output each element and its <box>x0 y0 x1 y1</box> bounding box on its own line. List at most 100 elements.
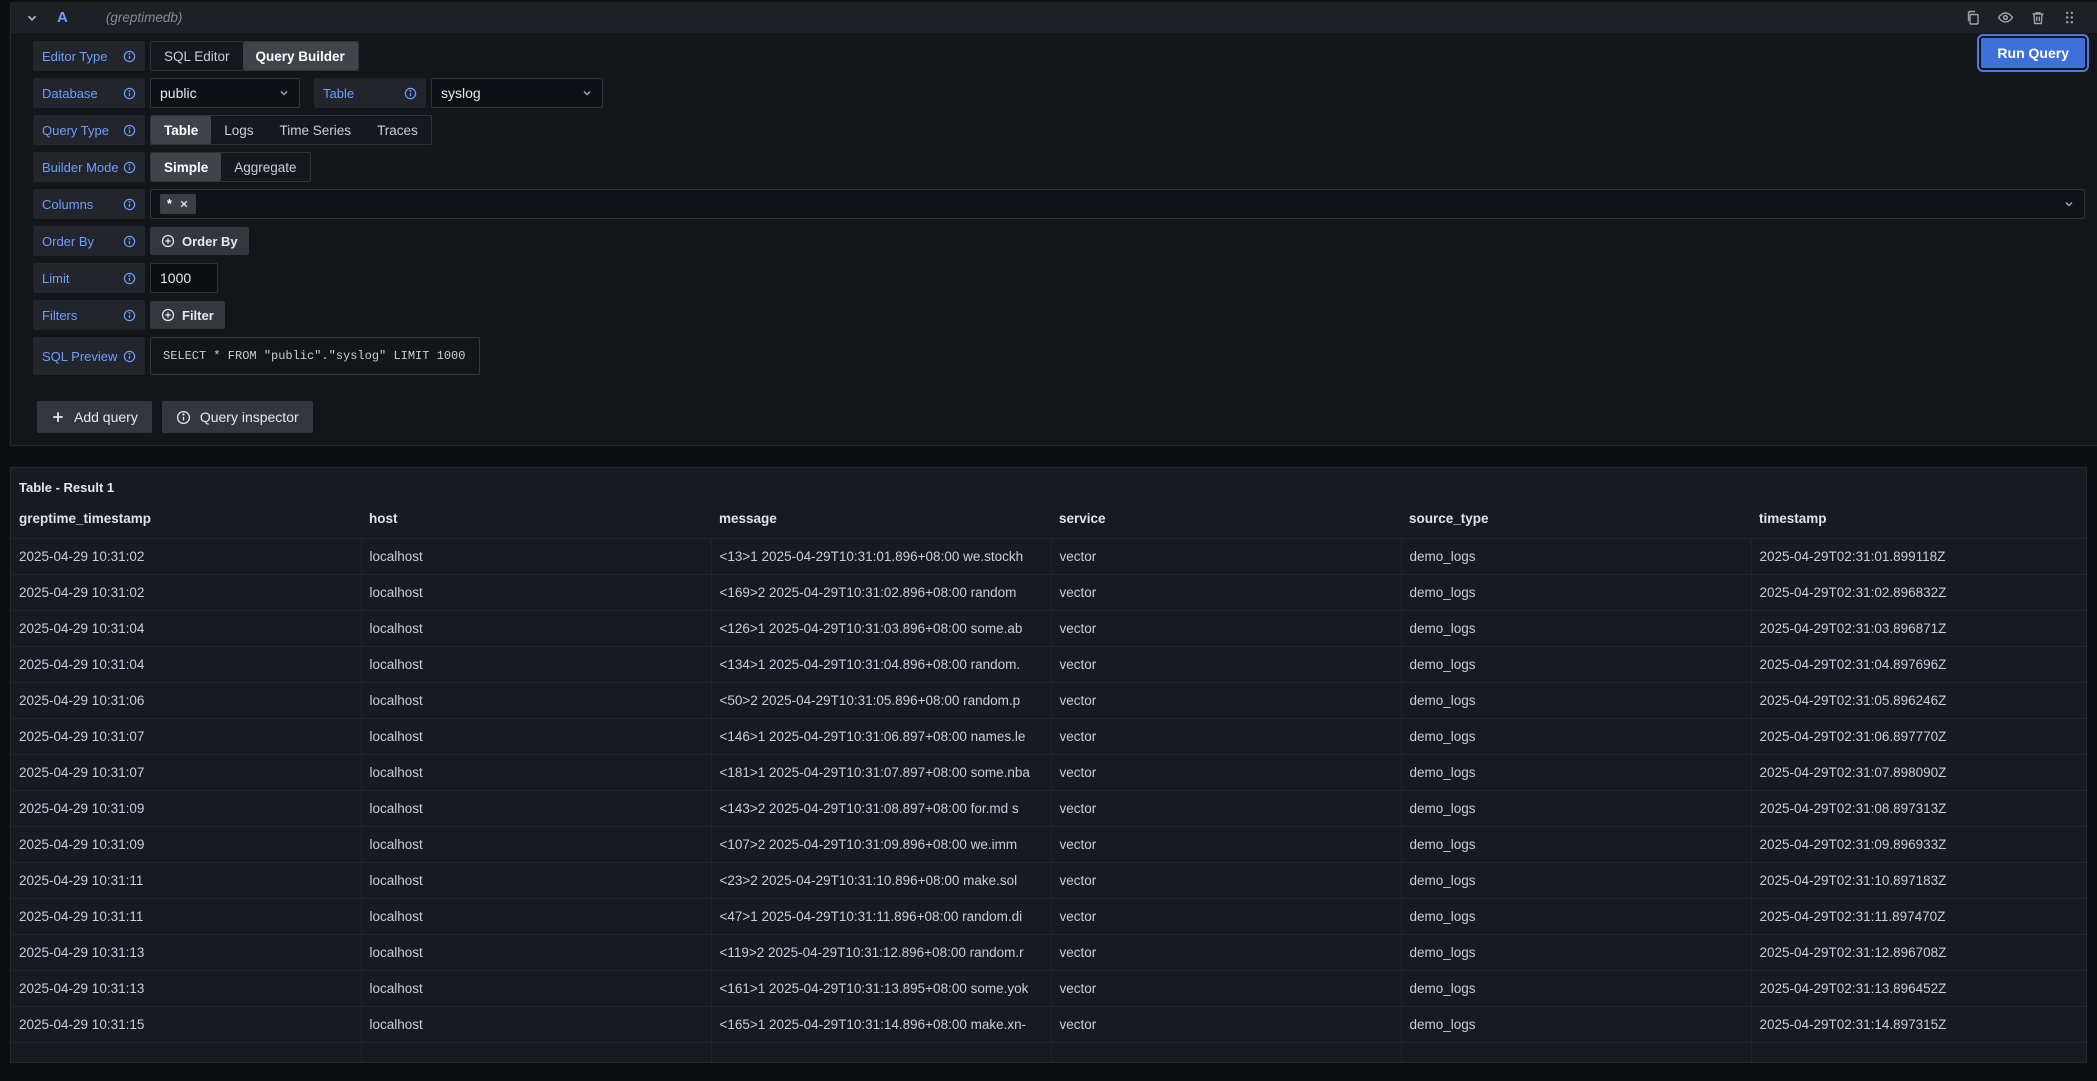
table-row-partial <box>11 1043 2086 1064</box>
table-cell: 2025-04-29T02:31:04.897696Z <box>1751 647 2086 683</box>
column-header-host[interactable]: host <box>361 495 711 539</box>
query-row-header[interactable]: A (greptimedb) <box>11 2 2097 33</box>
table-cell: 2025-04-29T02:31:14.897315Z <box>1751 1007 2086 1043</box>
x-icon[interactable] <box>179 199 189 209</box>
table-cell: <50>2 2025-04-29T10:31:05.896+08:00 rand… <box>711 683 1051 719</box>
plus-circle-icon <box>161 308 175 322</box>
radio-option-traces[interactable]: Traces <box>364 116 431 144</box>
info-icon[interactable] <box>404 87 417 100</box>
table-cell <box>1751 1043 2086 1064</box>
table-cell: 2025-04-29 10:31:07 <box>11 755 361 791</box>
field-label-text: Editor Type <box>42 49 108 64</box>
plus-icon <box>51 410 65 424</box>
table-cell <box>1051 1043 1401 1064</box>
info-icon[interactable] <box>123 309 136 322</box>
table-cell: localhost <box>361 719 711 755</box>
field-label-text: Columns <box>42 197 93 212</box>
info-icon[interactable] <box>123 235 136 248</box>
eye-icon[interactable] <box>1997 9 2014 26</box>
table-cell: 2025-04-29T02:31:10.897183Z <box>1751 863 2086 899</box>
info-icon[interactable] <box>123 161 136 174</box>
column-header-greptime_timestamp[interactable]: greptime_timestamp <box>11 495 361 539</box>
table-cell: <47>1 2025-04-29T10:31:11.896+08:00 rand… <box>711 899 1051 935</box>
info-icon[interactable] <box>123 350 136 363</box>
info-icon[interactable] <box>123 87 136 100</box>
table-cell: 2025-04-29 10:31:09 <box>11 827 361 863</box>
table-cell: vector <box>1051 755 1401 791</box>
table-row: 2025-04-29 10:31:02localhost<169>2 2025-… <box>11 575 2086 611</box>
table-cell: demo_logs <box>1401 863 1751 899</box>
field-row-query-type: Query Type TableLogsTime SeriesTraces <box>33 115 2097 145</box>
table-cell <box>11 1043 361 1064</box>
field-row-columns: Columns * <box>33 189 2097 219</box>
add-filter-button[interactable]: Filter <box>150 301 225 329</box>
result-table: greptime_timestamphostmessageservicesour… <box>11 495 2086 1063</box>
query-row-actions <box>1965 9 2077 26</box>
table-cell: demo_logs <box>1401 791 1751 827</box>
table-row: 2025-04-29 10:31:07localhost<181>1 2025-… <box>11 755 2086 791</box>
table-cell: localhost <box>361 647 711 683</box>
table-cell: 2025-04-29T02:31:06.897770Z <box>1751 719 2086 755</box>
result-table-title: Table - Result 1 <box>11 468 2086 495</box>
field-label-database: Database <box>33 78 145 108</box>
field-label-builder-mode: Builder Mode <box>33 152 145 182</box>
drag-handle-icon[interactable] <box>2062 10 2077 25</box>
table-row: 2025-04-29 10:31:07localhost<146>1 2025-… <box>11 719 2086 755</box>
table-cell: 2025-04-29T02:31:13.896452Z <box>1751 971 2086 1007</box>
table-cell: 2025-04-29 10:31:07 <box>11 719 361 755</box>
table-cell: 2025-04-29T02:31:12.896708Z <box>1751 935 2086 971</box>
table-cell: vector <box>1051 647 1401 683</box>
column-header-source_type[interactable]: source_type <box>1401 495 1751 539</box>
add-filter-label: Filter <box>182 308 214 323</box>
table-select[interactable]: syslog <box>431 78 603 108</box>
chevron-down-icon[interactable] <box>25 11 39 25</box>
table-cell: <169>2 2025-04-29T10:31:02.896+08:00 ran… <box>711 575 1051 611</box>
query-editor-section: A (greptimedb) Run Query Editor Type <box>10 2 2097 446</box>
table-cell: <23>2 2025-04-29T10:31:10.896+08:00 make… <box>711 863 1051 899</box>
info-icon[interactable] <box>123 198 136 211</box>
table-cell: vector <box>1051 827 1401 863</box>
query-editor-body: Run Query Editor Type SQL EditorQuery Bu… <box>11 33 2097 433</box>
table-cell: vector <box>1051 719 1401 755</box>
limit-input[interactable] <box>150 263 218 293</box>
run-query-button[interactable]: Run Query <box>1981 38 2085 68</box>
info-icon[interactable] <box>123 50 136 63</box>
column-header-service[interactable]: service <box>1051 495 1401 539</box>
radio-option-table[interactable]: Table <box>151 116 211 144</box>
radio-option-logs[interactable]: Logs <box>211 116 266 144</box>
add-query-button[interactable]: Add query <box>37 401 152 433</box>
table-cell: demo_logs <box>1401 611 1751 647</box>
radio-option-aggregate[interactable]: Aggregate <box>221 153 309 181</box>
radio-option-sql-editor[interactable]: SQL Editor <box>151 42 243 70</box>
table-cell: localhost <box>361 755 711 791</box>
column-header-timestamp[interactable]: timestamp <box>1751 495 2086 539</box>
table-cell: localhost <box>361 1007 711 1043</box>
table-row: 2025-04-29 10:31:15localhost<165>1 2025-… <box>11 1007 2086 1043</box>
trash-icon[interactable] <box>2030 10 2046 26</box>
column-chip: * <box>160 194 196 214</box>
field-label-text: Query Type <box>42 123 109 138</box>
add-order-by-button[interactable]: Order By <box>150 227 249 255</box>
radio-option-time-series[interactable]: Time Series <box>267 116 365 144</box>
table-cell: <146>1 2025-04-29T10:31:06.897+08:00 nam… <box>711 719 1051 755</box>
table-cell: demo_logs <box>1401 1007 1751 1043</box>
copy-icon[interactable] <box>1965 10 1981 26</box>
info-icon[interactable] <box>123 272 136 285</box>
table-cell: localhost <box>361 575 711 611</box>
table-cell: vector <box>1051 539 1401 575</box>
database-select[interactable]: public <box>150 78 300 108</box>
table-cell <box>711 1043 1051 1064</box>
info-icon[interactable] <box>123 124 136 137</box>
radio-option-query-builder[interactable]: Query Builder <box>243 42 358 70</box>
columns-multiselect[interactable]: * <box>150 189 2085 219</box>
table-cell: demo_logs <box>1401 971 1751 1007</box>
query-inspector-button[interactable]: Query inspector <box>162 401 313 433</box>
table-cell: vector <box>1051 971 1401 1007</box>
table-cell: 2025-04-29 10:31:15 <box>11 1007 361 1043</box>
table-row: 2025-04-29 10:31:09localhost<107>2 2025-… <box>11 827 2086 863</box>
query-type-radio-group: TableLogsTime SeriesTraces <box>150 115 432 145</box>
sql-preview-box: SELECT * FROM "public"."syslog" LIMIT 10… <box>150 337 480 375</box>
column-header-message[interactable]: message <box>711 495 1051 539</box>
table-cell: demo_logs <box>1401 683 1751 719</box>
radio-option-simple[interactable]: Simple <box>151 153 221 181</box>
